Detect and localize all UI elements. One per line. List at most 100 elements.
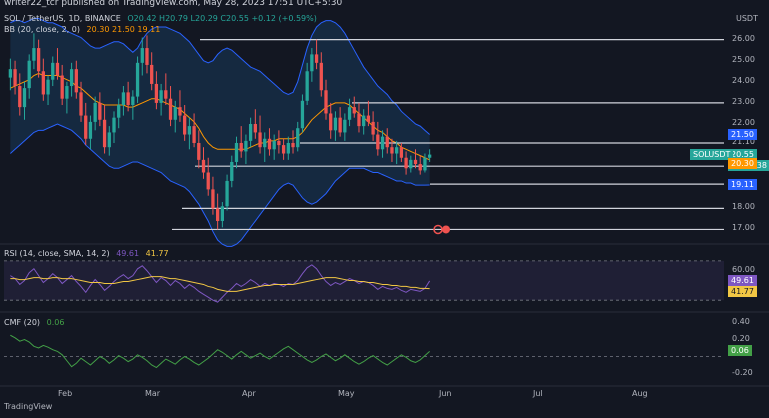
cmf-value: 0.06 [46,318,65,327]
rsi-ma-value: 41.77 [145,249,169,258]
candle-body [258,132,262,148]
candle-body [380,136,385,150]
rsi-label[interactable]: RSI (14, close, SMA, 14, 2) [4,249,110,258]
tradingview-logo: TradingView [4,402,53,411]
chart-stage: writer22_tcr published on TradingView.co… [0,0,769,414]
candle-body [413,159,418,165]
candle-body [135,62,140,97]
price-axis-tick: 24.00 [732,75,755,85]
price-tag: 19.11 [728,178,757,190]
currency-label: USDT [736,14,758,23]
price-axis-tick: 23.00 [732,96,755,106]
candle-body [102,119,107,148]
candle-body [404,157,408,169]
candle-body [18,86,22,108]
candle-body [131,96,135,106]
candle-body [352,107,356,114]
rsi-axis-tick: 60.00 [732,264,755,274]
candle-body [272,140,276,150]
cmf-axis-tick: 0.40 [732,316,750,326]
candle-body [215,208,220,222]
candle-body [281,145,286,154]
time-axis-tick: Feb [58,389,73,398]
candle-body [286,142,290,154]
rsi-value-tag: 49.61 [728,274,757,286]
candle-body [324,90,328,114]
symbol-title[interactable]: SOL / TetherUS, 1D, BINANCE [4,14,121,23]
time-axis-tick: Jul [533,389,543,398]
cmf-line [10,334,430,369]
time-axis-tick: Apr [242,389,256,398]
candle-body [418,164,422,171]
candle-body [168,98,173,120]
candle-body [159,90,163,103]
candle-body [8,69,13,78]
candle-body [117,105,121,118]
published-line: writer22_tcr published on TradingView.co… [4,0,343,8]
cmf-label[interactable]: CMF (20) [4,318,40,327]
symbol-price-tag-label: SOLUSDT [690,148,734,160]
rsi-band-fill [4,260,724,301]
candle-body [357,113,361,127]
price-axis-tick: 17.00 [732,223,755,233]
candle-body [427,154,432,158]
candle-body [187,126,192,135]
candle-body [220,206,225,222]
candle-body [230,161,234,181]
candle-body [310,54,314,72]
candle-body [60,75,64,99]
cmf-axis-tick: 0.20 [732,333,750,343]
cmf-legend: CMF (20) 0.06 [4,318,68,327]
candle-body [140,48,144,63]
candle-body [22,88,27,108]
candle-body [178,107,182,116]
chart-canvas[interactable] [0,0,769,414]
bb-values: 20.30 21.50 19.11 [86,25,161,34]
candle-body [409,159,413,169]
rsi-value: 49.61 [116,249,140,258]
price-tag: 21.50 [728,128,757,140]
bb-legend: BB (20, close, 2, 0) 20.30 21.50 19.11 [4,25,164,34]
candle-body [362,115,366,127]
time-axis-tick: Aug [632,389,648,398]
candle-body [291,142,295,148]
candle-body [253,124,257,133]
candle-body [329,113,333,131]
alert-marker-icon [442,225,450,234]
candle-body [244,140,248,152]
cmf-value-tag: 0.06 [728,345,752,357]
candle-body [41,71,45,95]
candle-body [376,134,380,150]
candle-body [79,92,83,116]
candle-body [338,117,342,133]
candle-body [55,62,60,76]
candle-body [150,64,154,84]
candle-body [164,90,168,99]
candle-body [333,117,338,131]
candle-body [300,100,305,129]
candle-body [371,121,375,135]
candle-body [366,115,371,122]
candle-body [319,62,323,91]
candle-body [296,128,300,148]
candle-body [154,83,159,103]
candle-body [314,54,319,63]
symbol-header: SOL / TetherUS, 1D, BINANCE O20.42 H20.7… [4,14,321,23]
candle-body [32,48,36,61]
candle-body [263,138,267,148]
candle-body [192,126,196,143]
candle-body [84,115,88,139]
rsi-legend: RSI (14, close, SMA, 14, 2) 49.61 41.77 [4,249,173,258]
candle-body [277,140,281,146]
candle-body [206,172,210,190]
candle-body [173,107,177,120]
candle-body [36,48,41,72]
candle-body [248,124,253,141]
time-axis-tick: May [338,389,355,398]
candle-body [423,157,427,171]
candle-body [145,48,149,65]
bb-label[interactable]: BB (20, close, 2, 0) [4,25,80,34]
ohlc-values: O20.42 H20.79 L20.29 C20.55 +0.12 (+0.59… [127,14,317,23]
candle-body [126,92,130,106]
time-axis-tick: Mar [145,389,161,398]
